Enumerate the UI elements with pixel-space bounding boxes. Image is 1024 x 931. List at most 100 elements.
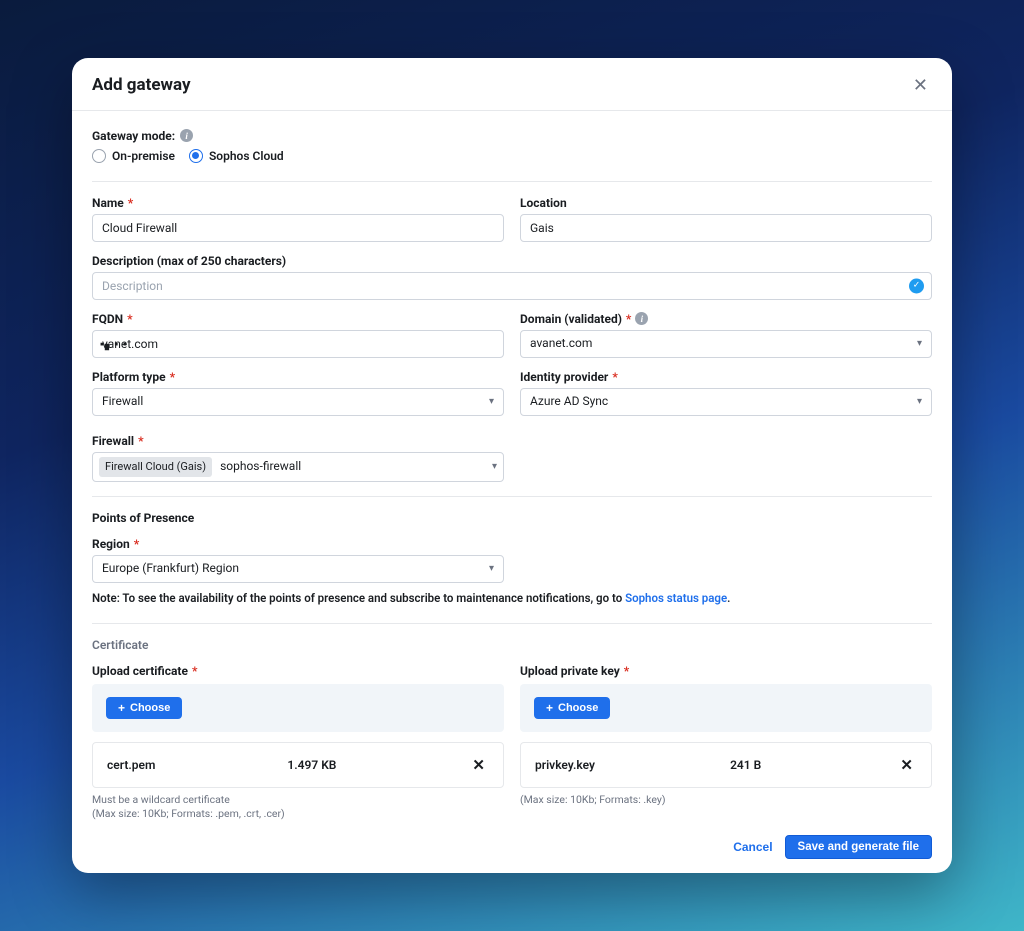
platform-type-select[interactable]: Firewall ▾ xyxy=(92,388,504,416)
cancel-button[interactable]: Cancel xyxy=(733,840,772,854)
name-label: Name xyxy=(92,196,124,210)
identity-provider-value: Azure AD Sync xyxy=(530,393,608,410)
close-icon: ✕ xyxy=(900,757,913,774)
required-marker: * xyxy=(138,434,143,448)
identity-provider-select[interactable]: Azure AD Sync ▾ xyxy=(520,388,932,416)
certificate-section: Certificate Upload certificate * + Choos… xyxy=(92,638,932,821)
fqdn-input[interactable] xyxy=(92,330,504,358)
close-icon: ✕ xyxy=(913,75,928,95)
platform-type-field: Platform type * Firewall ▾ xyxy=(92,370,504,416)
cert-hint-line2: (Max size: 10Kb; Formats: .pem, .crt, .c… xyxy=(92,807,285,820)
upload-key-label: Upload private key xyxy=(520,664,620,678)
firewall-label: Firewall xyxy=(92,434,134,448)
modal-footer: Cancel Save and generate file xyxy=(72,827,952,873)
upload-cert-dropzone[interactable]: + Choose xyxy=(92,684,504,732)
key-file-name: privkey.key xyxy=(535,758,595,772)
firewall-multiselect[interactable]: Firewall Cloud (Gais) sophos-firewall ▾ xyxy=(92,452,504,482)
required-marker: * xyxy=(134,537,139,551)
chevron-down-icon: ▾ xyxy=(492,460,497,474)
cert-file-size: 1.497 KB xyxy=(287,758,336,772)
info-icon[interactable]: i xyxy=(180,129,193,142)
certificate-grid: Upload certificate * + Choose cert.pem 1… xyxy=(92,664,932,821)
chevron-down-icon: ▾ xyxy=(489,395,494,409)
gateway-mode-label-row: Gateway mode: i xyxy=(92,129,932,143)
name-field: Name * xyxy=(92,196,504,242)
region-value: Europe (Frankfurt) Region xyxy=(102,560,239,577)
region-label: Region xyxy=(92,537,130,551)
region-select[interactable]: Europe (Frankfurt) Region ▾ xyxy=(92,555,504,583)
form-grid-1: Name * Location Description (max of 250 … xyxy=(92,196,932,482)
firewall-text: sophos-firewall xyxy=(220,458,301,475)
cert-hint: Must be a wildcard certificate (Max size… xyxy=(92,793,504,821)
description-input[interactable] xyxy=(92,272,932,300)
modal-body: Gateway mode: i On-premise Sophos Cloud … xyxy=(72,111,952,827)
divider xyxy=(92,623,932,624)
gateway-mode-label: Gateway mode: xyxy=(92,129,175,143)
identity-provider-field: Identity provider * Azure AD Sync ▾ xyxy=(520,370,932,416)
required-marker: * xyxy=(626,312,631,326)
required-marker: * xyxy=(612,370,617,384)
identity-provider-label: Identity provider xyxy=(520,370,608,384)
cert-hint-line1: Must be a wildcard certificate xyxy=(92,793,230,806)
required-marker: * xyxy=(170,370,175,384)
plus-icon: + xyxy=(118,702,125,714)
add-gateway-modal: Add gateway ✕ Gateway mode: i On-premise… xyxy=(72,58,952,873)
gateway-mode-radios: On-premise Sophos Cloud xyxy=(92,149,932,163)
close-icon: ✕ xyxy=(472,757,485,774)
radio-dot-unselected xyxy=(92,149,106,163)
chevron-down-icon: ▾ xyxy=(917,337,922,351)
gateway-mode-section: Gateway mode: i On-premise Sophos Cloud xyxy=(92,129,932,163)
points-of-presence-section: Points of Presence Region * Europe (Fran… xyxy=(92,511,932,605)
cert-file-row: cert.pem 1.497 KB ✕ xyxy=(92,742,504,788)
close-button[interactable]: ✕ xyxy=(909,72,932,98)
choose-key-label: Choose xyxy=(558,702,598,714)
radio-on-premise-label: On-premise xyxy=(112,149,175,163)
divider xyxy=(92,496,932,497)
platform-type-label: Platform type xyxy=(92,370,166,384)
upload-key-dropzone[interactable]: + Choose xyxy=(520,684,932,732)
domain-label: Domain (validated) xyxy=(520,312,622,326)
required-marker: * xyxy=(624,664,629,678)
radio-on-premise[interactable]: On-premise xyxy=(92,149,175,163)
save-button[interactable]: Save and generate file xyxy=(785,835,932,859)
name-input[interactable] xyxy=(92,214,504,242)
radio-dot-selected xyxy=(189,149,203,163)
choose-cert-label: Choose xyxy=(130,702,170,714)
choose-key-button[interactable]: + Choose xyxy=(534,697,610,719)
check-icon: ✓ xyxy=(909,278,924,293)
location-label: Location xyxy=(520,196,567,210)
location-input[interactable] xyxy=(520,214,932,242)
pop-note-prefix: Note: To see the availability of the poi… xyxy=(92,591,625,605)
location-field: Location xyxy=(520,196,932,242)
pop-note-suffix: . xyxy=(727,591,730,605)
fqdn-obscured-prefix: ▪▖▪ ▪ xyxy=(100,337,128,350)
plus-icon: + xyxy=(546,702,553,714)
key-hint: (Max size: 10Kb; Formats: .key) xyxy=(520,793,932,807)
modal-header: Add gateway ✕ xyxy=(72,58,952,111)
description-label: Description (max of 250 characters) xyxy=(92,254,286,268)
sophos-status-link[interactable]: Sophos status page xyxy=(625,591,727,605)
domain-select[interactable]: avanet.com ▾ xyxy=(520,330,932,358)
platform-type-value: Firewall xyxy=(102,393,143,410)
fqdn-label: FQDN xyxy=(92,312,123,326)
remove-cert-button[interactable]: ✕ xyxy=(468,754,489,776)
upload-cert-field: Upload certificate * + Choose cert.pem 1… xyxy=(92,664,504,821)
info-icon[interactable]: i xyxy=(635,312,648,325)
chevron-down-icon: ▾ xyxy=(917,395,922,409)
domain-field: Domain (validated) * i avanet.com ▾ xyxy=(520,312,932,358)
required-marker: * xyxy=(192,664,197,678)
remove-key-button[interactable]: ✕ xyxy=(896,754,917,776)
radio-sophos-cloud-label: Sophos Cloud xyxy=(209,149,284,163)
required-marker: * xyxy=(128,196,133,210)
fqdn-field: FQDN * ▪▖▪ ▪ xyxy=(92,312,504,358)
cert-file-name: cert.pem xyxy=(107,758,155,772)
radio-sophos-cloud[interactable]: Sophos Cloud xyxy=(189,149,284,163)
modal-title: Add gateway xyxy=(92,75,191,95)
firewall-tag[interactable]: Firewall Cloud (Gais) xyxy=(99,457,212,476)
firewall-field: Firewall * Firewall Cloud (Gais) sophos-… xyxy=(92,434,504,482)
pop-title: Points of Presence xyxy=(92,511,932,525)
key-file-row: privkey.key 241 B ✕ xyxy=(520,742,932,788)
domain-value: avanet.com xyxy=(530,335,592,352)
choose-cert-button[interactable]: + Choose xyxy=(106,697,182,719)
upload-key-field: Upload private key * + Choose privkey.ke… xyxy=(520,664,932,821)
